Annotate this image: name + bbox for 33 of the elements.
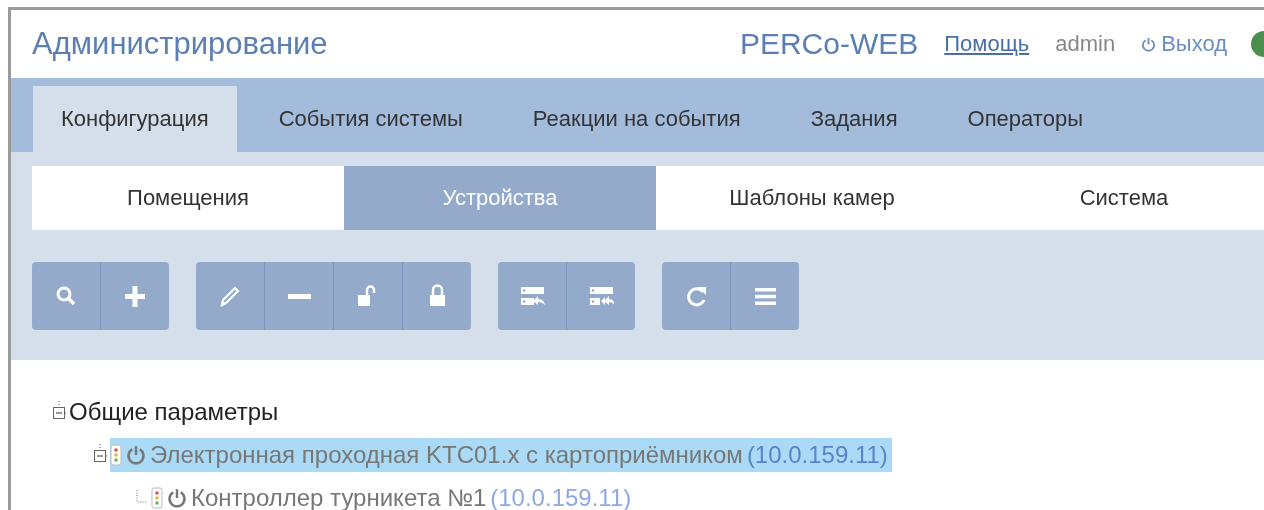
page-title: Администрирование — [32, 26, 329, 62]
group-tree-item[interactable]: Общие параметры — [69, 394, 283, 429]
unlock-button[interactable] — [333, 262, 402, 330]
edit-button[interactable] — [196, 262, 264, 330]
sub-tab[interactable]: Шаблоны камер — [656, 166, 968, 230]
plus-icon — [122, 283, 148, 309]
toolbar-button[interactable] — [498, 262, 566, 330]
nav-tab[interactable]: Реакции на события — [504, 86, 769, 152]
user-name: admin — [1055, 31, 1116, 57]
remove-button[interactable] — [264, 262, 333, 330]
device-tree-item[interactable]: Контроллер турникета №1 (10.0.159.11) — [151, 480, 636, 510]
nav-tab[interactable]: Задания — [782, 86, 926, 152]
refresh-button[interactable] — [662, 262, 730, 330]
traffic-light-icon — [151, 486, 163, 509]
nav-tab[interactable]: Конфигурация — [33, 86, 237, 152]
lock-button[interactable] — [402, 262, 471, 330]
sub-tab[interactable]: Помещения — [32, 166, 344, 230]
logout-link[interactable]: Выход — [1141, 31, 1227, 57]
menu-button[interactable] — [730, 262, 799, 330]
help-link[interactable]: Помощь — [944, 31, 1030, 57]
minus-icon — [287, 293, 311, 299]
brand-name: PERCo-WEB — [739, 27, 919, 61]
traffic-light-icon — [110, 443, 122, 466]
nav-tab[interactable]: События системы — [250, 86, 491, 152]
power-icon — [1141, 36, 1157, 52]
add-button[interactable] — [100, 262, 169, 330]
nav-tab[interactable]: Операторы — [939, 86, 1111, 152]
sub-tab[interactable]: Система — [968, 166, 1264, 230]
tree-branch-line — [134, 489, 148, 506]
power-icon — [126, 444, 146, 465]
toolbar-button[interactable] — [566, 262, 635, 330]
search-button[interactable] — [32, 262, 100, 330]
power-icon — [167, 487, 187, 508]
